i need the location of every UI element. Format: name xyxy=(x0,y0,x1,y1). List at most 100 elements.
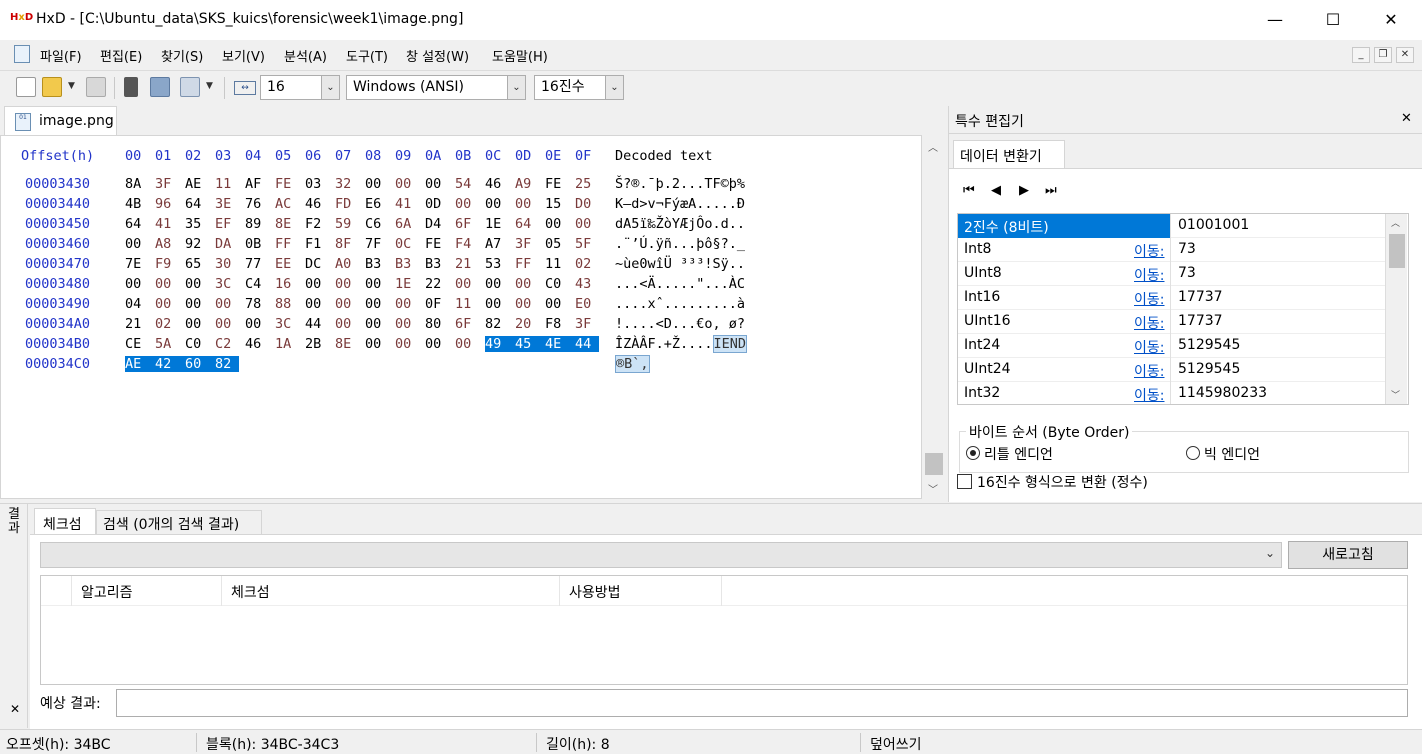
hex-byte[interactable]: B3 xyxy=(395,256,419,272)
nav-prev-icon[interactable]: ◀ xyxy=(991,183,1001,198)
tab-image-png[interactable]: 01 image.png xyxy=(4,106,117,135)
hex-byte[interactable]: 00 xyxy=(365,336,389,352)
mdi-close-icon[interactable]: ✕ xyxy=(1396,47,1414,63)
hex-row[interactable]: 00003480 00 00 00 3C C4 16 00 00 00 1E 22 00 00 00 C0 43… xyxy=(1,276,901,296)
chevron-down-icon[interactable]: ⌄ xyxy=(1265,546,1275,560)
results-close-icon[interactable]: ✕ xyxy=(10,702,20,716)
hex-byte[interactable]: 00 xyxy=(485,196,509,212)
hex-row[interactable]: 000034B0 CE 5A C0 C2 46 1A 2B 8E 00 00 00 00 49 45 4E 44… xyxy=(1,335,901,356)
hex-byte[interactable]: 30 xyxy=(215,256,239,272)
hex-byte[interactable]: 00 xyxy=(395,296,419,312)
hex-byte[interactable]: FF xyxy=(275,236,299,252)
hex-byte[interactable]: 43 xyxy=(575,276,599,292)
scroll-thumb[interactable] xyxy=(925,453,943,475)
hex-row[interactable]: 00003470 7E F9 65 30 77 EE DC A0 B3 B3 B3 21 53 FF 11 02… xyxy=(1,256,901,276)
hex-byte[interactable]: A9 xyxy=(515,176,539,192)
hex-byte[interactable]: 00 xyxy=(245,316,269,332)
hex-byte[interactable]: 0D xyxy=(425,196,449,212)
hex-byte[interactable]: CE xyxy=(125,336,149,352)
hex-byte[interactable]: AC xyxy=(275,196,299,212)
decoded-text[interactable]: ...<Ä....."...ÀC xyxy=(615,276,745,292)
hex-byte[interactable]: 96 xyxy=(155,196,179,212)
hex-byte[interactable]: 21 xyxy=(455,256,479,272)
hex-byte[interactable]: F9 xyxy=(155,256,179,272)
maximize-icon[interactable]: ☐ xyxy=(1304,0,1362,40)
hex-byte[interactable]: DC xyxy=(305,256,329,272)
hex-byte[interactable]: 25 xyxy=(575,176,599,192)
hex-byte[interactable]: AE xyxy=(185,176,209,192)
hex-byte[interactable]: AE xyxy=(125,356,155,372)
menu-file[interactable]: 파일(F) xyxy=(40,46,82,65)
goto-link[interactable]: 이동: xyxy=(1134,385,1164,404)
hex-byte[interactable]: 00 xyxy=(335,296,359,312)
hex-byte[interactable]: 32 xyxy=(335,176,359,192)
process-dropdown-icon[interactable]: ▼ xyxy=(206,81,213,91)
hex-byte[interactable]: 46 xyxy=(485,176,509,192)
hex-byte[interactable]: 00 xyxy=(365,296,389,312)
menu-window[interactable]: 창 설정(W) xyxy=(406,46,469,65)
data-type-row[interactable]: 2진수 (8비트) 01001001 xyxy=(958,214,1386,238)
hex-byte[interactable]: C2 xyxy=(215,336,239,352)
hex-byte[interactable]: 00 xyxy=(485,276,509,292)
hex-byte[interactable]: FE xyxy=(275,176,299,192)
hex-byte[interactable]: 00 xyxy=(155,276,179,292)
hex-byte[interactable]: 00 xyxy=(455,336,479,352)
hex-byte[interactable]: D0 xyxy=(575,196,599,212)
hex-byte[interactable]: 89 xyxy=(245,216,269,232)
hex-byte[interactable]: 22 xyxy=(425,276,449,292)
nav-next-icon[interactable]: ▶ xyxy=(1019,183,1029,198)
menu-search[interactable]: 찾기(S) xyxy=(161,46,203,65)
hex-byte[interactable]: 65 xyxy=(185,256,209,272)
grid-scrollbar[interactable]: ︿ ﹀ xyxy=(1385,214,1407,404)
hex-byte[interactable]: 8E xyxy=(275,216,299,232)
hex-byte[interactable]: 00 xyxy=(545,216,569,232)
hex-byte[interactable]: DA xyxy=(215,236,239,252)
decoded-text[interactable]: dA5ï‰ŽòYÆjÔo.d.. xyxy=(615,216,745,232)
hex-byte[interactable]: 88 xyxy=(275,296,299,312)
hex-byte[interactable]: 0F xyxy=(425,296,449,312)
hex-byte[interactable]: 15 xyxy=(545,196,569,212)
hex-byte[interactable]: FF xyxy=(515,256,539,272)
hex-byte[interactable]: 00 xyxy=(365,176,389,192)
hex-byte[interactable]: C0 xyxy=(545,276,569,292)
hex-byte[interactable]: 82 xyxy=(485,316,509,332)
hex-byte[interactable]: 5F xyxy=(575,236,599,252)
open-folder-icon[interactable] xyxy=(42,77,62,97)
hex-byte[interactable]: E0 xyxy=(575,296,599,312)
hex-row[interactable]: 00003440 4B 96 64 3E 76 AC 46 FD E6 41 0D 00 00 00 15 D0… xyxy=(1,196,901,216)
chevron-down-icon[interactable]: ⌄ xyxy=(605,76,623,99)
expected-result-input[interactable] xyxy=(116,689,1408,717)
mdi-minimize-icon[interactable]: _ xyxy=(1352,47,1370,63)
hex-byte[interactable]: 60 xyxy=(185,356,215,372)
tab-checksum[interactable]: 체크섬 xyxy=(34,508,96,535)
hex-byte[interactable]: 6A xyxy=(395,216,419,232)
hex-byte[interactable]: 00 xyxy=(395,336,419,352)
hex-byte[interactable]: 00 xyxy=(215,316,239,332)
hex-row[interactable]: 00003490 04 00 00 00 78 88 00 00 00 00 0F 11 00 00 00 E0… xyxy=(1,296,901,316)
menu-edit[interactable]: 편집(E) xyxy=(100,46,142,65)
hex-byte[interactable]: 00 xyxy=(185,276,209,292)
little-endian-radio[interactable] xyxy=(966,446,980,460)
hex-byte[interactable]: 00 xyxy=(395,176,419,192)
hex-byte[interactable]: FE xyxy=(425,236,449,252)
hex-byte[interactable]: 8E xyxy=(335,336,359,352)
hex-byte[interactable]: 42 xyxy=(155,356,185,372)
hex-byte[interactable]: 7F xyxy=(365,236,389,252)
hex-byte[interactable]: A0 xyxy=(335,256,359,272)
hex-byte[interactable]: 64 xyxy=(125,216,149,232)
hex-byte[interactable]: 11 xyxy=(545,256,569,272)
hex-byte[interactable]: 00 xyxy=(485,296,509,312)
hex-byte[interactable]: 05 xyxy=(545,236,569,252)
hex-byte[interactable]: 00 xyxy=(545,296,569,312)
hex-byte[interactable]: 02 xyxy=(575,256,599,272)
hex-byte[interactable]: 6F xyxy=(455,216,479,232)
hex-byte[interactable]: 00 xyxy=(425,336,449,352)
hex-byte[interactable]: 8A xyxy=(125,176,149,192)
data-type-row[interactable]: UInt24 이동: 5129545 xyxy=(958,358,1386,382)
data-type-value[interactable]: 01001001 xyxy=(1178,217,1249,233)
chevron-down-icon[interactable]: ⌄ xyxy=(321,76,339,99)
hex-byte[interactable]: 00 xyxy=(455,276,479,292)
hex-byte[interactable]: 02 xyxy=(155,316,179,332)
hex-byte[interactable]: 11 xyxy=(215,176,239,192)
hex-byte[interactable]: 92 xyxy=(185,236,209,252)
